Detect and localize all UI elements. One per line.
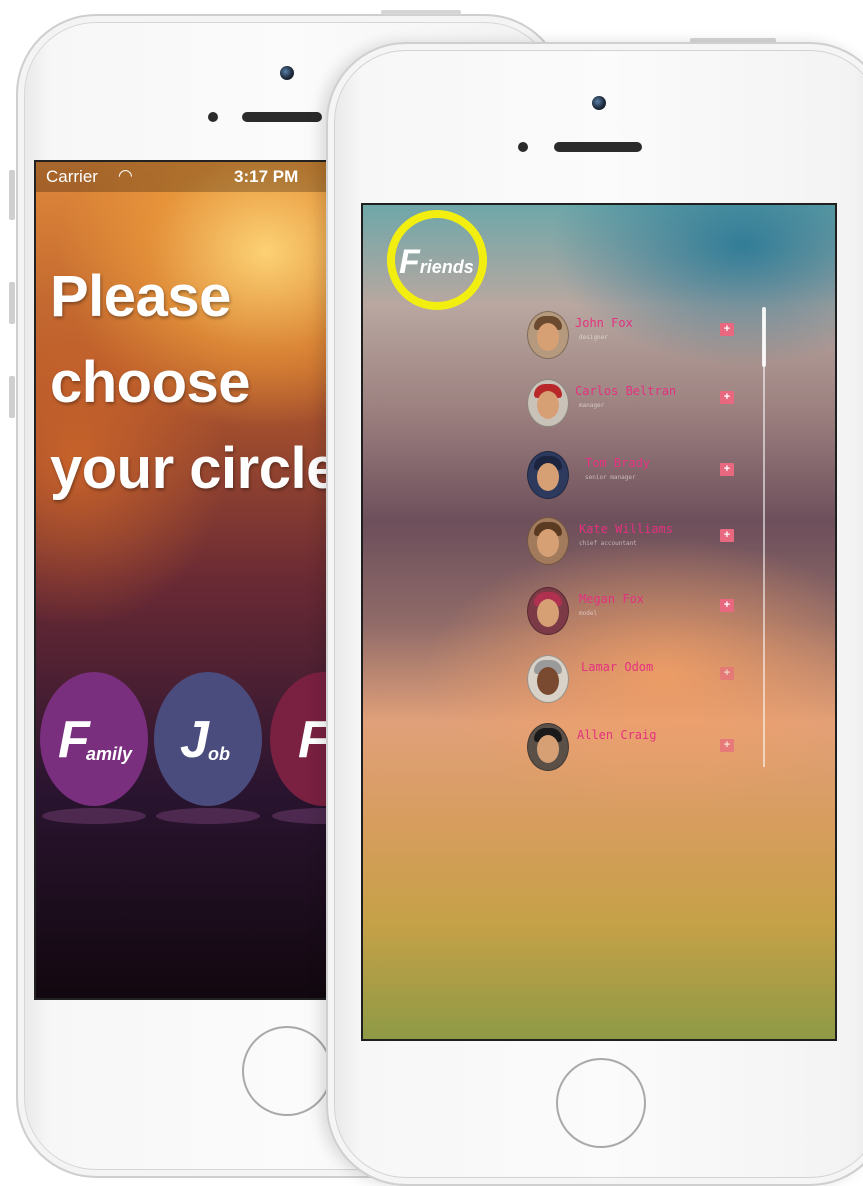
avatar <box>527 311 569 359</box>
circle-shadow <box>156 808 260 824</box>
friend-role: senior manager <box>585 474 636 481</box>
circle-label: ob <box>208 744 230 764</box>
proximity-sensor <box>518 142 528 152</box>
add-friend-button[interactable]: + <box>720 529 734 542</box>
friend-name: Carlos Beltran <box>575 384 677 398</box>
wifi-icon: ◠ <box>118 166 133 185</box>
headline-line-2: choose <box>50 350 251 415</box>
friend-name: John Fox <box>575 316 633 330</box>
carrier-label: Carrier <box>46 167 98 186</box>
circle-initial: F <box>58 711 90 769</box>
friend-name: Lamar Odom <box>581 660 654 674</box>
proximity-sensor <box>208 112 218 122</box>
avatar <box>527 723 569 771</box>
circle-initial: J <box>180 711 209 769</box>
volume-up-button[interactable] <box>9 282 15 324</box>
front-screen: Friends John Fox designer + Carlos Beltr… <box>361 203 837 1041</box>
avatar <box>527 451 569 499</box>
avatar <box>527 587 569 635</box>
headline-line-1: Please <box>50 264 231 329</box>
friend-row[interactable]: Carlos Beltran manager + <box>527 379 737 435</box>
friends-title: Friends <box>399 243 474 282</box>
avatar <box>527 517 569 565</box>
scrollbar-track[interactable] <box>763 307 765 767</box>
friend-name: Tom Brady <box>585 456 651 470</box>
avatar <box>527 379 569 427</box>
home-button[interactable] <box>242 1026 332 1116</box>
add-friend-button[interactable]: + <box>720 739 734 752</box>
circle-shadow <box>42 808 146 824</box>
circle-initial: F <box>298 711 330 769</box>
add-friend-button[interactable]: + <box>720 463 734 476</box>
volume-down-button[interactable] <box>9 376 15 418</box>
headline: Please choose your circle <box>50 254 338 512</box>
home-button[interactable] <box>556 1058 646 1148</box>
friend-name: Megan Fox <box>579 592 645 606</box>
headline-line-3: your circle <box>50 436 338 501</box>
earpiece-speaker <box>554 142 642 152</box>
friend-name: Kate Williams <box>579 522 673 536</box>
title-initial: F <box>399 243 420 281</box>
add-friend-button[interactable]: + <box>720 667 734 680</box>
circle-label: amily <box>86 744 133 764</box>
front-camera-icon <box>280 66 294 80</box>
title-label: riends <box>419 257 474 277</box>
power-button[interactable] <box>381 10 461 15</box>
front-camera-icon <box>592 96 606 110</box>
status-time: 3:17 PM <box>234 167 299 186</box>
friend-role: model <box>579 610 598 617</box>
friend-role: designer <box>579 334 608 341</box>
friend-row[interactable]: Lamar Odom + <box>527 655 737 711</box>
scrollbar-thumb[interactable] <box>762 307 766 367</box>
avatar <box>527 655 569 703</box>
friend-row[interactable]: John Fox designer + <box>527 311 737 367</box>
friend-role: chief accountant <box>579 540 637 547</box>
circle-family-button[interactable]: F amily <box>40 672 148 806</box>
friend-row[interactable]: Kate Williams chief accountant + <box>527 517 737 573</box>
friend-role: manager <box>579 402 605 409</box>
add-friend-button[interactable]: + <box>720 391 734 404</box>
circle-job-button[interactable]: J ob <box>154 672 262 806</box>
mute-switch[interactable] <box>9 170 15 220</box>
friend-row[interactable]: Allen Craig + <box>527 723 737 779</box>
earpiece-speaker <box>242 112 322 122</box>
friend-name: Allen Craig <box>577 728 657 742</box>
add-friend-button[interactable]: + <box>720 323 734 336</box>
add-friend-button[interactable]: + <box>720 599 734 612</box>
friend-row[interactable]: Tom Brady senior manager + <box>527 451 737 507</box>
friend-row[interactable]: Megan Fox model + <box>527 587 737 643</box>
